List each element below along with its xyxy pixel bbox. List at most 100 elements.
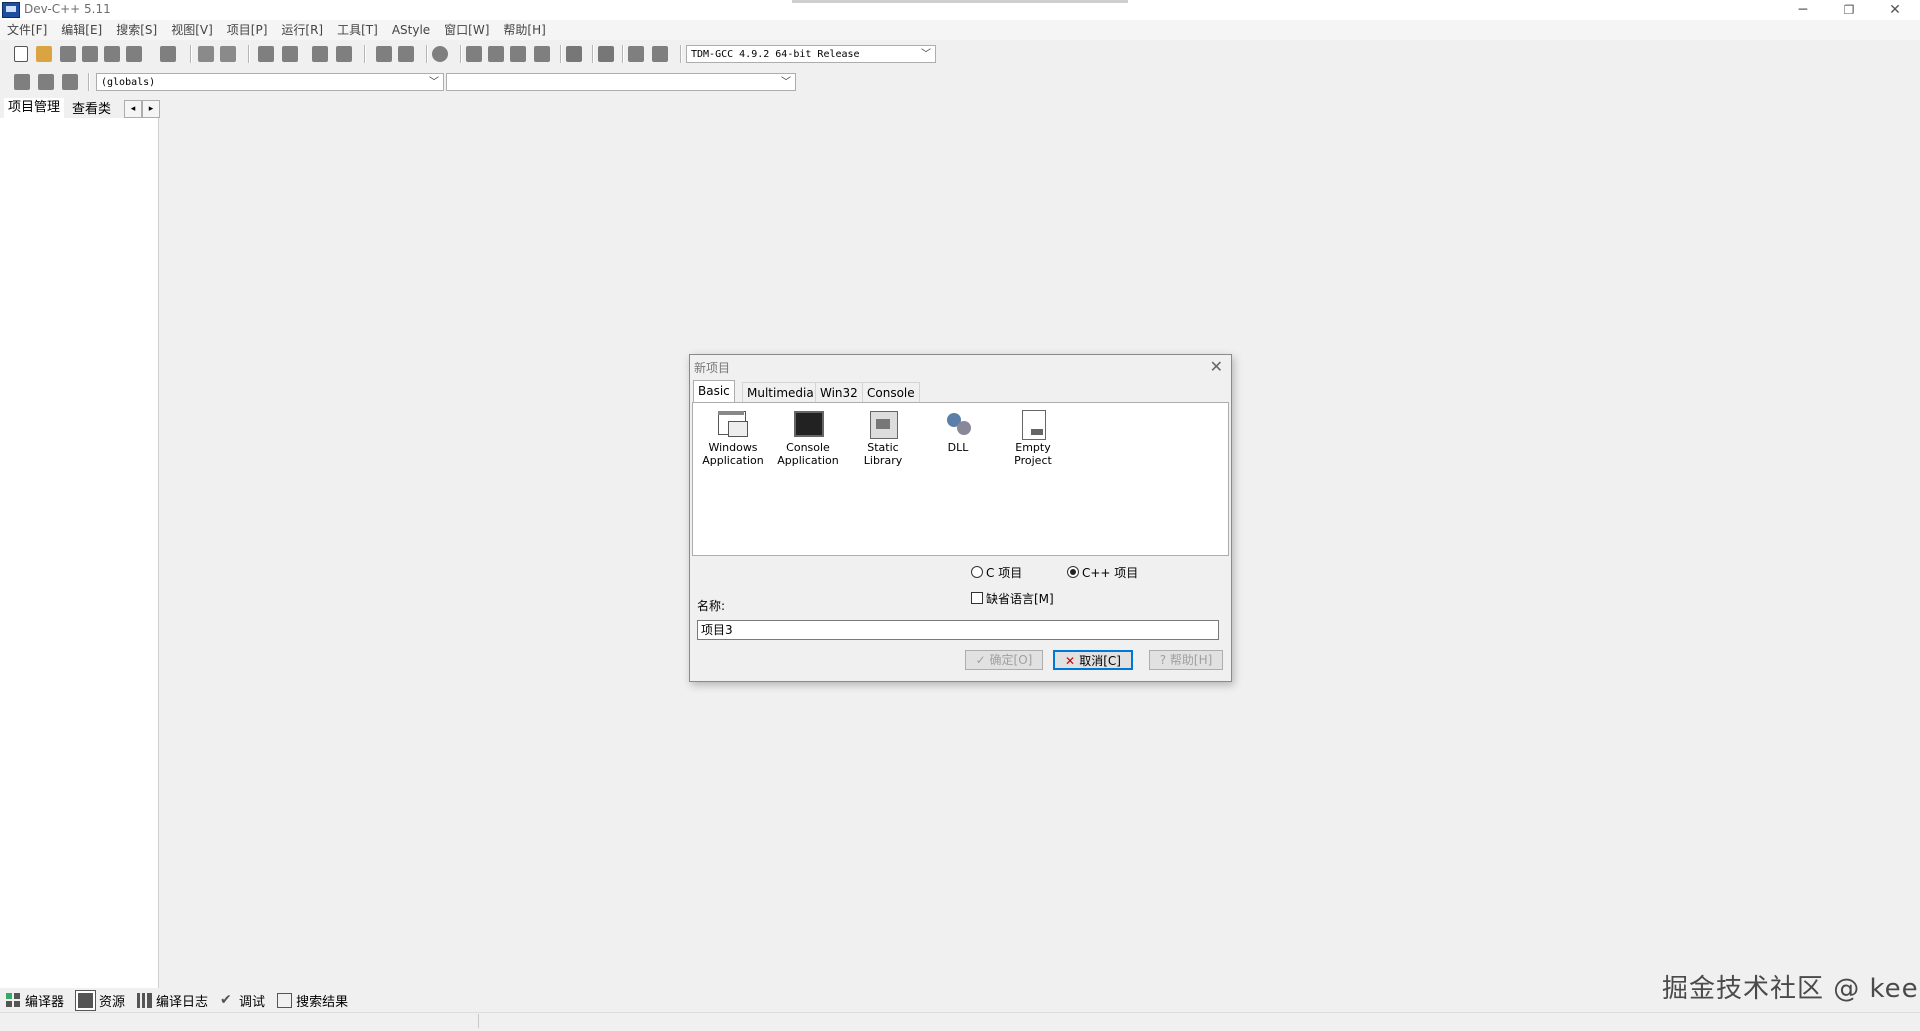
tab-scroll-left-icon[interactable]: ◂ bbox=[124, 100, 142, 118]
tab-compiler[interactable]: 编译器 bbox=[0, 991, 70, 1010]
toolbar-separator bbox=[592, 45, 594, 63]
save-all-icon[interactable] bbox=[82, 46, 98, 62]
compiler-select-value: TDM-GCC 4.9.2 64-bit Release bbox=[691, 49, 860, 60]
resources-icon bbox=[76, 990, 96, 1010]
watermark: 掘金技术社区 @ kee bbox=[1662, 974, 1919, 1004]
cancel-button[interactable]: ✕ 取消[C] bbox=[1053, 650, 1133, 670]
help-button[interactable]: ? 帮助[H] bbox=[1149, 650, 1223, 670]
compile-icon[interactable] bbox=[466, 46, 482, 62]
default-language-checkbox[interactable] bbox=[971, 592, 983, 604]
tab-class-view[interactable]: 查看类 bbox=[68, 100, 115, 120]
status-separator bbox=[478, 1014, 479, 1028]
menu-search[interactable]: 搜索[S] bbox=[109, 20, 164, 40]
open-file-icon[interactable] bbox=[36, 46, 52, 62]
run-icon[interactable] bbox=[488, 46, 504, 62]
cpp-project-radio[interactable] bbox=[1067, 566, 1079, 578]
compiler-select[interactable]: TDM-GCC 4.9.2 64-bit Release ﹀ bbox=[686, 45, 936, 63]
tab-search-results[interactable]: 搜索结果 bbox=[271, 991, 354, 1010]
close-button[interactable]: ✕ bbox=[1872, 0, 1918, 20]
menu-window[interactable]: 窗口[W] bbox=[437, 20, 496, 40]
ok-button-label: 确定[O] bbox=[989, 653, 1033, 667]
tab-scroll-right-icon[interactable]: ▸ bbox=[142, 100, 160, 118]
add-to-project-icon[interactable] bbox=[398, 46, 414, 62]
menu-file[interactable]: 文件[F] bbox=[0, 20, 54, 40]
insert-icon[interactable] bbox=[14, 74, 30, 90]
toolbar-separator bbox=[88, 73, 90, 91]
menu-astyle[interactable]: AStyle bbox=[385, 20, 437, 40]
project-label: Windows Application bbox=[702, 441, 764, 467]
project-empty-project[interactable]: Empty Project bbox=[998, 409, 1068, 467]
c-project-radio[interactable] bbox=[971, 566, 983, 578]
menu-edit[interactable]: 编辑[E] bbox=[54, 20, 109, 40]
profile-icon[interactable] bbox=[628, 46, 644, 62]
new-project-dialog: 新项目 ✕ Basic Multimedia Win32 Console Win… bbox=[689, 354, 1232, 682]
close-all-icon[interactable] bbox=[126, 46, 142, 62]
name-label: 名称: bbox=[697, 599, 726, 613]
print-icon[interactable] bbox=[160, 46, 176, 62]
tab-resources[interactable]: 资源 bbox=[70, 990, 131, 1010]
goto-line-icon[interactable] bbox=[336, 46, 352, 62]
toolbar-separator bbox=[364, 45, 366, 63]
dialog-close-icon[interactable]: ✕ bbox=[1210, 357, 1223, 376]
new-project-icon[interactable] bbox=[376, 46, 392, 62]
chevron-down-icon: ﹀ bbox=[429, 77, 439, 88]
check-icon: ✔ bbox=[220, 991, 232, 1008]
project-windows-application[interactable]: Windows Application bbox=[698, 409, 768, 467]
save-icon[interactable] bbox=[60, 46, 76, 62]
close-file-icon[interactable] bbox=[104, 46, 120, 62]
chevron-down-icon: ﹀ bbox=[921, 49, 931, 60]
stop-icon[interactable] bbox=[598, 46, 614, 62]
redo-icon[interactable] bbox=[220, 46, 236, 62]
tab-compile-log-label: 编译日志 bbox=[156, 994, 209, 1010]
toolbar-separator bbox=[426, 45, 428, 63]
project-dll[interactable]: DLL bbox=[923, 409, 993, 454]
tab-debug[interactable]: ✔ 调试 bbox=[214, 991, 271, 1010]
globals-select-value: (globals) bbox=[101, 77, 156, 88]
tab-console[interactable]: Console bbox=[862, 382, 920, 403]
rebuild-all-icon[interactable] bbox=[534, 46, 550, 62]
window-shadow bbox=[792, 0, 1128, 3]
new-file-icon[interactable] bbox=[14, 46, 28, 62]
project-console-application[interactable]: Console Application bbox=[773, 409, 843, 467]
replace-icon[interactable] bbox=[282, 46, 298, 62]
menu-run[interactable]: 运行[R] bbox=[274, 20, 330, 40]
menu-view[interactable]: 视图[V] bbox=[164, 20, 220, 40]
undo-icon[interactable] bbox=[198, 46, 214, 62]
bottom-tabs: 编译器 资源 编译日志 ✔ 调试 搜索结果 bbox=[0, 988, 1920, 1012]
globals-select[interactable]: (globals) ﹀ bbox=[96, 73, 444, 91]
ok-button[interactable]: ✓ 确定[O] bbox=[965, 650, 1043, 670]
tab-multimedia[interactable]: Multimedia bbox=[742, 382, 819, 403]
cancel-button-label: 取消[C] bbox=[1079, 654, 1121, 668]
restore-button[interactable]: ❐ bbox=[1826, 0, 1872, 20]
tab-debug-label: 调试 bbox=[239, 994, 266, 1010]
menu-tools[interactable]: 工具[T] bbox=[330, 20, 385, 40]
project-static-library[interactable]: Static Library bbox=[848, 409, 918, 467]
tab-compile-log[interactable]: 编译日志 bbox=[131, 991, 214, 1010]
find-next-icon[interactable] bbox=[312, 46, 328, 62]
member-select[interactable]: ﹀ bbox=[446, 73, 796, 91]
project-label: Empty Project bbox=[1014, 441, 1052, 467]
menu-help[interactable]: 帮助[H] bbox=[496, 20, 552, 40]
tab-project-manager[interactable]: 项目管理 bbox=[4, 98, 65, 118]
tab-search-results-label: 搜索结果 bbox=[296, 994, 349, 1010]
tab-basic[interactable]: Basic bbox=[693, 380, 735, 403]
tab-win32[interactable]: Win32 bbox=[815, 382, 863, 403]
goto-bookmark-icon[interactable] bbox=[62, 74, 78, 90]
toggle-bookmark-icon[interactable] bbox=[38, 74, 54, 90]
c-project-label: C 项目 bbox=[986, 566, 1023, 580]
dialog-title: 新项目 bbox=[694, 361, 731, 375]
windows-app-icon bbox=[716, 409, 750, 439]
delete-profile-icon[interactable] bbox=[652, 46, 668, 62]
check-syntax-icon[interactable] bbox=[566, 46, 582, 62]
main-toolbar: TDM-GCC 4.9.2 64-bit Release ﹀ bbox=[0, 42, 940, 66]
goto-function-icon[interactable] bbox=[432, 46, 448, 62]
toolbar-separator bbox=[680, 45, 682, 63]
minimize-button[interactable]: ─ bbox=[1780, 0, 1826, 20]
find-icon[interactable] bbox=[258, 46, 274, 62]
chart-icon bbox=[137, 992, 153, 1008]
project-name-input[interactable] bbox=[697, 620, 1219, 640]
compile-run-icon[interactable] bbox=[510, 46, 526, 62]
menu-project[interactable]: 项目[P] bbox=[220, 20, 275, 40]
project-tree-panel[interactable] bbox=[0, 118, 159, 988]
cpp-project-label: C++ 项目 bbox=[1082, 566, 1139, 580]
